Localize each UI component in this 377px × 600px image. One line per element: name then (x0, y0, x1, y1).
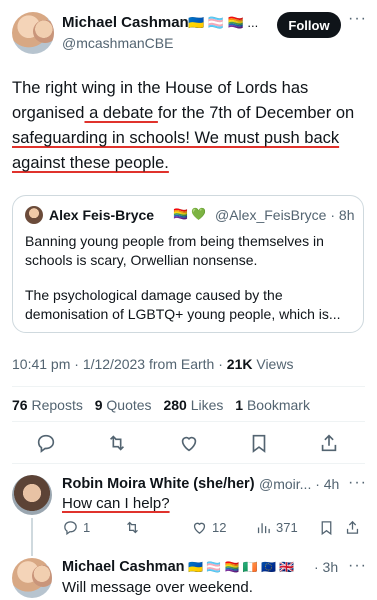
tweet-text-part: for the 7th of December on (157, 104, 355, 122)
author-handle[interactable]: @mcashmanCBE (62, 35, 173, 51)
bookmark-icon (321, 521, 332, 536)
reply-author-handle[interactable]: @moir... · 4h (259, 476, 339, 492)
reply-text: How can I help? (62, 495, 170, 512)
views-label: Views (252, 356, 294, 372)
reply-repost-button[interactable] (124, 519, 141, 536)
reply-views-button[interactable]: 371 (255, 519, 298, 536)
views-count: 371 (276, 520, 298, 535)
quoted-tweet-card[interactable]: Alex Feis-Bryce 🏳️‍🌈 💚 @Alex_FeisBryce ·… (12, 195, 364, 333)
reply-text: Will message over weekend. (62, 579, 253, 596)
tweet-text: The right wing in the House of Lords has… (12, 76, 362, 176)
bookmarks-stat[interactable]: 1 Bookmark (235, 397, 310, 413)
author-avatar[interactable] (12, 12, 54, 54)
tweet-text-underlined: safeguarding in schools! We must push ba… (12, 129, 340, 172)
reply-author-flags: 🇺🇦 🏳️‍⚧️ 🏳️‍🌈 🇮🇪 🇪🇺 🇬🇧 (188, 560, 295, 574)
reply-time[interactable]: · 3h (314, 559, 338, 575)
reply-icon (64, 521, 77, 536)
reply-reply-button[interactable]: 1 (62, 519, 90, 536)
repost-icon[interactable] (106, 432, 128, 454)
quoted-author-handle[interactable]: @Alex_FeisBryce · 8h (215, 207, 354, 223)
tweet-text-underlined: a debate (84, 104, 158, 122)
more-options-icon[interactable]: ··· (348, 557, 367, 575)
quoted-author-badges: 🏳️‍🌈 💚 (173, 207, 207, 221)
thread-line (31, 518, 33, 556)
reply-avatar[interactable] (12, 475, 52, 515)
reply-share-button[interactable] (344, 519, 361, 536)
reply-icon[interactable] (35, 432, 57, 454)
reply-author-name[interactable]: Robin Moira White (she/her) (62, 476, 255, 492)
tweet-timestamp[interactable]: 10:41 pm · 1/12/2023 from Earth · 21K Vi… (12, 356, 293, 372)
follow-button[interactable]: Follow (277, 12, 341, 38)
share-icon (346, 520, 359, 534)
quoted-author-name[interactable]: Alex Feis-Bryce (49, 207, 154, 223)
timestamp-text: 10:41 pm · 1/12/2023 from Earth · (12, 356, 227, 372)
author-name[interactable]: Michael Cashman (62, 14, 189, 31)
divider (12, 386, 365, 387)
reply-bookmark-button[interactable] (318, 519, 335, 536)
quoted-text: The psychological damage caused by the d… (25, 287, 341, 322)
reply-author-name[interactable]: Michael Cashman (62, 559, 185, 575)
likes-stat[interactable]: 280 Likes (163, 397, 223, 413)
reply-avatar[interactable] (12, 558, 52, 598)
divider (12, 463, 365, 464)
more-options-icon[interactable]: ··· (348, 10, 367, 28)
quoted-avatar[interactable] (25, 206, 43, 224)
views-count: 21K (226, 356, 253, 372)
like-icon[interactable] (178, 432, 200, 454)
reply-like-button[interactable]: 12 (191, 519, 226, 536)
bookmark-icon[interactable] (248, 432, 270, 454)
repost-icon (127, 521, 138, 534)
divider (12, 421, 365, 422)
reposts-stat[interactable]: 76 Reposts (12, 397, 83, 413)
like-icon (193, 522, 206, 534)
views-icon (257, 523, 270, 534)
like-count: 12 (212, 520, 227, 535)
reply-count: 1 (83, 520, 91, 535)
engagement-stats: 76 Reposts 9 Quotes 280 Likes 1 Bookmark (12, 397, 318, 413)
more-options-icon[interactable]: ··· (348, 474, 367, 492)
author-flags: 🇺🇦 🏳️‍⚧️ 🏳️‍🌈 ... (188, 15, 259, 30)
quotes-stat[interactable]: 9 Quotes (95, 397, 152, 413)
share-icon[interactable] (318, 432, 340, 454)
reply-text-underlined: How can I help? (62, 495, 170, 512)
quoted-text: Banning young people from being themselv… (25, 233, 324, 268)
